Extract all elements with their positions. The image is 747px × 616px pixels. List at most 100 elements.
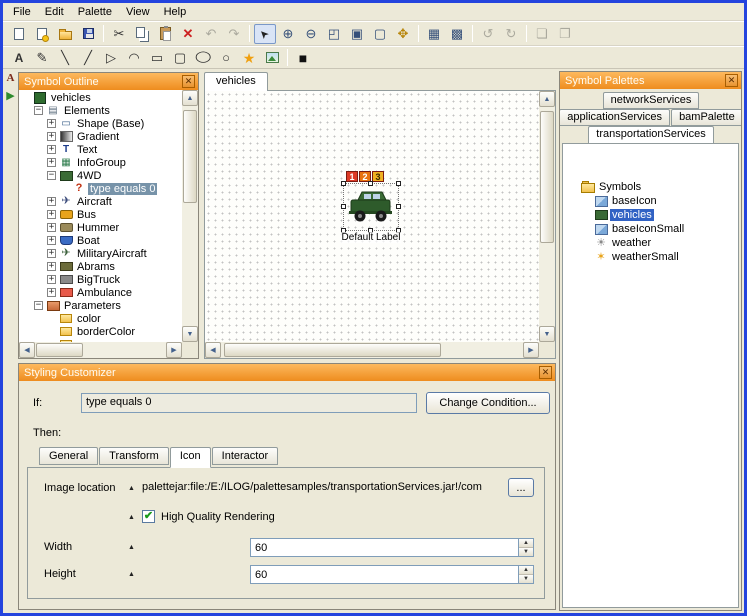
palette-item-symbols[interactable]: Symbols (567, 180, 738, 194)
scroll-down-button[interactable]: ▼ (182, 326, 198, 342)
spin-down-button[interactable]: ▼ (519, 575, 533, 583)
menu-file[interactable]: File (6, 4, 38, 20)
zoom-selection-button[interactable]: ▣ (346, 24, 368, 44)
spin-down-button[interactable]: ▼ (519, 548, 533, 556)
polyline-tool-button[interactable]: ╱ (77, 48, 99, 68)
expander-plus-icon[interactable]: + (47, 119, 56, 128)
menu-help[interactable]: Help (157, 4, 194, 20)
outline-item-infogroup[interactable]: +InfoGroup (19, 156, 182, 169)
resize-handle-nw[interactable] (341, 181, 346, 186)
advanced-marker-icon[interactable]: ▲ (128, 544, 135, 551)
new-from-template-button[interactable] (31, 24, 53, 44)
show-grid-button[interactable]: ▦ (423, 24, 445, 44)
scrollbar-thumb[interactable] (540, 111, 554, 242)
spin-up-button[interactable]: ▲ (519, 539, 533, 548)
expander-minus-icon[interactable]: − (34, 106, 43, 115)
scrollbar-thumb[interactable] (36, 343, 83, 357)
outline-item-boat[interactable]: +Boat (19, 234, 182, 247)
resize-handle-w[interactable] (341, 204, 346, 209)
snap-to-grid-button[interactable]: ▩ (446, 24, 468, 44)
palette-item-weathersmall[interactable]: weatherSmall (567, 250, 738, 264)
fill-color-button[interactable]: ■ (292, 48, 314, 68)
outline-item-abrams[interactable]: +Abrams (19, 260, 182, 273)
outline-item-parameters[interactable]: −Parameters (19, 299, 182, 312)
vehicle-4wd-image[interactable] (348, 188, 394, 226)
cut-button[interactable]: ✂ (108, 24, 130, 44)
select-tool-button[interactable]: ➤ (254, 24, 276, 44)
palette-tab-bampalette[interactable]: bamPalette (671, 109, 742, 126)
outline-item-bus[interactable]: +Bus (19, 208, 182, 221)
palette-tab-transportationservices[interactable]: transportationServices (588, 126, 713, 144)
customizer-tab-general[interactable]: General (39, 447, 98, 465)
palette-item-baseicon[interactable]: baseIcon (567, 194, 738, 208)
expander-plus-icon[interactable]: + (47, 249, 56, 258)
canvas-vertical-scrollbar[interactable]: ▲ ▼ (539, 91, 555, 342)
text-tool-button[interactable]: A (8, 48, 30, 68)
zoom-window-button[interactable]: ◰ (323, 24, 345, 44)
resize-handle-ne[interactable] (396, 181, 401, 186)
port-marker-3[interactable]: 3 (372, 171, 384, 182)
line-tool-button[interactable]: ╲ (54, 48, 76, 68)
expander-plus-icon[interactable]: + (47, 262, 56, 271)
canvas-tab-vehicles[interactable]: vehicles (204, 72, 268, 91)
outline-item-text[interactable]: +Text (19, 143, 182, 156)
scroll-left-button[interactable]: ◀ (205, 342, 221, 358)
palette-item-vehicles[interactable]: vehicles (567, 208, 738, 222)
height-spinner[interactable]: 60 ▲ ▼ (250, 565, 534, 584)
expander-plus-icon[interactable]: + (47, 210, 56, 219)
scroll-down-button[interactable]: ▼ (539, 326, 555, 342)
close-customizer-button[interactable]: ✕ (539, 366, 552, 379)
outline-vertical-scrollbar[interactable]: ▲ ▼ (182, 90, 198, 342)
customizer-tab-transform[interactable]: Transform (99, 447, 169, 465)
expander-plus-icon[interactable]: + (47, 158, 56, 167)
outline-item-gradient[interactable]: +Gradient (19, 130, 182, 143)
zoom-out-button[interactable]: ⊖ (300, 24, 322, 44)
width-spinner[interactable]: 60 ▲ ▼ (250, 538, 534, 557)
run-preview-button[interactable]: ▶ (4, 90, 17, 103)
canvas-horizontal-scrollbar[interactable]: ◀ ▶ (205, 342, 539, 358)
outline-item-aircraft[interactable]: +Aircraft (19, 195, 182, 208)
scrollbar-track[interactable] (35, 342, 166, 358)
scrollbar-track[interactable] (182, 106, 198, 326)
rotate-cw-button[interactable]: ↻ (500, 24, 522, 44)
outline-item-hummer[interactable]: +Hummer (19, 221, 182, 234)
scrollbar-thumb[interactable] (183, 110, 197, 202)
copy-button[interactable] (131, 24, 153, 44)
close-palettes-button[interactable]: ✕ (725, 74, 738, 87)
selected-symbol[interactable]: 123 (343, 183, 399, 231)
group-button[interactable]: ❏ (531, 24, 553, 44)
close-outline-button[interactable]: ✕ (182, 75, 195, 88)
scroll-left-button[interactable]: ◀ (19, 342, 35, 358)
outline-item-shape-base[interactable]: +Shape (Base) (19, 117, 182, 130)
spin-up-button[interactable]: ▲ (519, 566, 533, 575)
rotate-ccw-button[interactable]: ↺ (477, 24, 499, 44)
scrollbar-track[interactable] (539, 107, 555, 326)
star-tool-button[interactable]: ★ (238, 48, 260, 68)
outline-horizontal-scrollbar[interactable]: ◀ ▶ (19, 342, 182, 358)
outline-item-militaryaircraft[interactable]: +MilitaryAircraft (19, 247, 182, 260)
expander-minus-icon[interactable]: − (34, 301, 43, 310)
resize-handle-n[interactable] (368, 181, 373, 186)
outline-item-ambulance[interactable]: +Ambulance (19, 286, 182, 299)
polygon-tool-button[interactable]: ▷ (100, 48, 122, 68)
menu-view[interactable]: View (119, 4, 157, 20)
expander-plus-icon[interactable]: + (47, 223, 56, 232)
new-button[interactable] (8, 24, 30, 44)
save-button[interactable] (77, 24, 99, 44)
redo-button[interactable]: ↷ (223, 24, 245, 44)
expander-minus-icon[interactable]: − (47, 171, 56, 180)
palette-tab-networkservices[interactable]: networkServices (603, 92, 700, 109)
scroll-right-button[interactable]: ▶ (166, 342, 182, 358)
scroll-up-button[interactable]: ▲ (539, 91, 555, 107)
expander-plus-icon[interactable]: + (47, 145, 56, 154)
expander-plus-icon[interactable]: + (47, 132, 56, 141)
port-marker-1[interactable]: 1 (346, 171, 358, 182)
scroll-right-button[interactable]: ▶ (523, 342, 539, 358)
rectangle-tool-button[interactable]: ▭ (146, 48, 168, 68)
delete-button[interactable]: ✕ (177, 24, 199, 44)
rounded-rectangle-tool-button[interactable]: ▢ (169, 48, 191, 68)
customizer-tab-icon[interactable]: Icon (170, 447, 211, 468)
ellipse-tool-button[interactable]: ◯ (192, 48, 214, 68)
resize-handle-e[interactable] (396, 204, 401, 209)
outline-item-4wd[interactable]: −4WD (19, 169, 182, 182)
